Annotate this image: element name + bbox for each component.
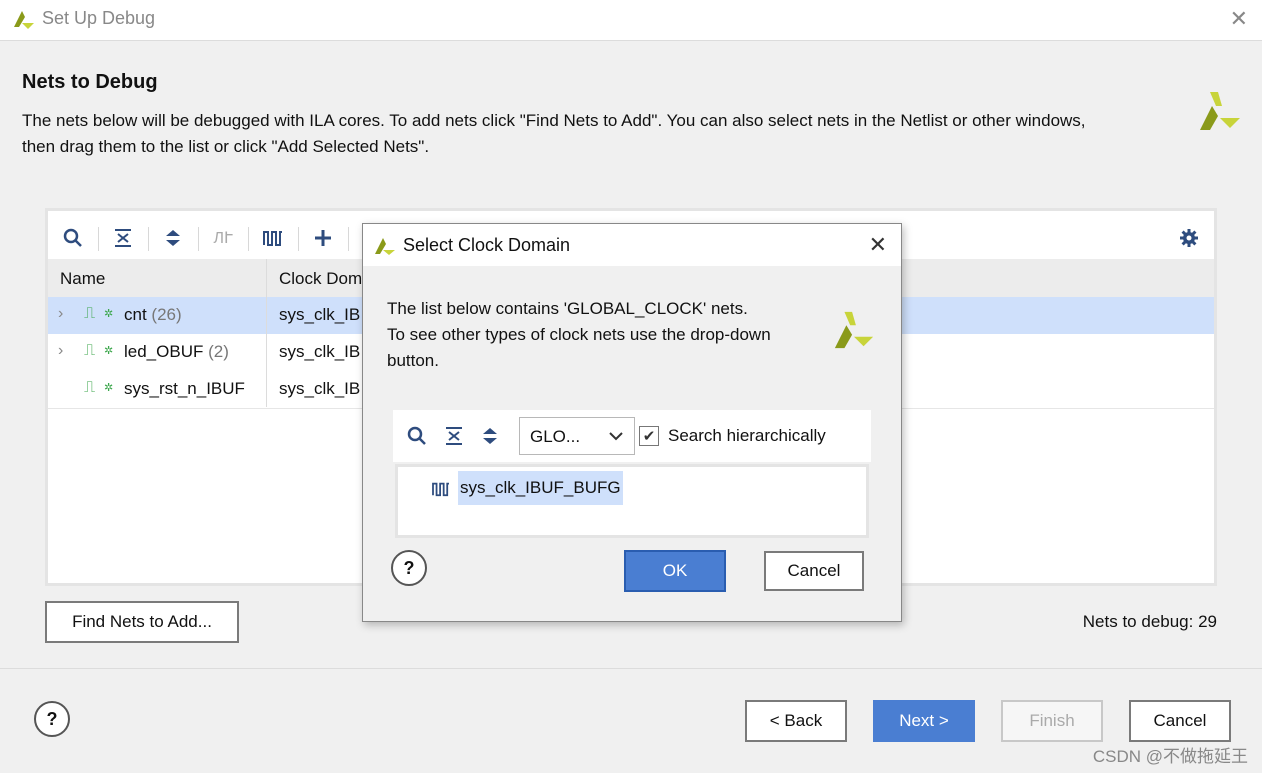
net-clock-domain: sys_clk_IB xyxy=(279,342,361,361)
vivado-logo-icon xyxy=(1196,88,1244,134)
toolbar-separator xyxy=(98,227,99,251)
add-icon[interactable] xyxy=(310,225,336,251)
footer-divider xyxy=(0,668,1262,669)
dropdown-value: GLO... xyxy=(530,427,581,446)
clock-waveform-icon xyxy=(432,481,450,502)
next-button[interactable]: Next > xyxy=(873,700,975,742)
dialog-description: The list below contains 'GLOBAL_CLOCK' n… xyxy=(387,296,817,374)
toolbar-separator xyxy=(348,227,349,251)
search-icon[interactable] xyxy=(60,225,86,251)
clock-waveform-icon[interactable] xyxy=(260,225,286,251)
finish-button[interactable]: Finish xyxy=(1001,700,1103,742)
column-header-name[interactable]: Name xyxy=(60,269,105,289)
search-hierarchically-checkbox[interactable]: ✔ xyxy=(639,426,659,446)
toolbar-separator xyxy=(248,227,249,251)
collapse-all-icon[interactable] xyxy=(445,426,463,451)
clock-net-list: sys_clk_IBUF_BUFG xyxy=(395,464,869,538)
select-clock-domain-dialog: Select Clock Domain ✕ The list below con… xyxy=(362,223,902,622)
page-description-line: then drag them to the list or click "Add… xyxy=(22,137,430,156)
net-name: sys_rst_n_IBUF xyxy=(124,379,245,398)
dialog-description-line: To see other types of clock nets use the… xyxy=(387,325,771,344)
expand-all-icon[interactable] xyxy=(481,426,499,451)
net-icon: ⎍ xyxy=(84,379,96,396)
search-icon[interactable] xyxy=(407,426,427,451)
window-titlebar: Set Up Debug ✕ xyxy=(0,0,1262,41)
debug-bug-icon: ✲ xyxy=(104,382,114,394)
net-name: led_OBUF (2) xyxy=(124,342,229,361)
debug-bug-icon: ✲ xyxy=(104,308,114,320)
app-logo-icon xyxy=(373,234,397,261)
net-clock-domain: sys_clk_IB xyxy=(279,379,361,398)
dialog-cancel-button[interactable]: Cancel xyxy=(764,551,864,591)
column-header-clock-domain[interactable]: Clock Dom xyxy=(279,269,362,289)
net-type-icon[interactable]: ЛՒ xyxy=(210,225,236,251)
find-nets-button[interactable]: Find Nets to Add... xyxy=(45,601,239,643)
clock-type-dropdown[interactable]: GLO... xyxy=(519,417,635,455)
toolbar-separator xyxy=(148,227,149,251)
page-description: The nets below will be debugged with ILA… xyxy=(22,108,1172,160)
debug-bug-icon: ✲ xyxy=(104,345,114,357)
expand-all-icon[interactable] xyxy=(160,225,186,251)
page-title: Nets to Debug xyxy=(22,71,158,93)
search-hierarchically-label[interactable]: Search hierarchically xyxy=(668,426,826,446)
dialog-description-line: button. xyxy=(387,351,439,370)
nets-count-label: Nets to debug: 29 xyxy=(1082,612,1217,631)
net-name: cnt (26) xyxy=(124,305,182,324)
dialog-titlebar: Select Clock Domain ✕ xyxy=(363,224,901,266)
window-title: Set Up Debug xyxy=(42,8,156,28)
dialog-help-button[interactable]: ? xyxy=(391,550,427,586)
chevron-right-icon[interactable]: › xyxy=(58,342,63,360)
chevron-down-icon xyxy=(608,428,624,449)
net-bus-icon: ⎍ xyxy=(84,305,96,322)
vivado-logo-icon xyxy=(831,308,877,357)
gear-icon[interactable] xyxy=(1176,225,1202,251)
collapse-all-icon[interactable] xyxy=(110,225,136,251)
ok-button[interactable]: OK xyxy=(624,550,726,592)
chevron-right-icon[interactable]: › xyxy=(58,305,63,323)
app-logo-icon xyxy=(12,7,36,36)
list-item[interactable]: sys_clk_IBUF_BUFG xyxy=(458,471,623,505)
watermark: CSDN @不做拖延王 xyxy=(1092,747,1248,766)
page-description-line: The nets below will be debugged with ILA… xyxy=(22,111,1086,130)
column-divider[interactable] xyxy=(266,259,267,407)
dialog-description-line: The list below contains 'GLOBAL_CLOCK' n… xyxy=(387,299,748,318)
dialog-title: Select Clock Domain xyxy=(403,235,571,255)
dialog-close-icon[interactable]: ✕ xyxy=(869,232,887,258)
toolbar-separator xyxy=(298,227,299,251)
net-bus-icon: ⎍ xyxy=(84,342,96,359)
back-button[interactable]: < Back xyxy=(745,700,847,742)
help-button[interactable]: ? xyxy=(34,701,70,737)
toolbar-separator xyxy=(198,227,199,251)
net-clock-domain: sys_clk_IB xyxy=(279,305,361,324)
cancel-button[interactable]: Cancel xyxy=(1129,700,1231,742)
window-close-icon[interactable]: ✕ xyxy=(1230,6,1248,32)
